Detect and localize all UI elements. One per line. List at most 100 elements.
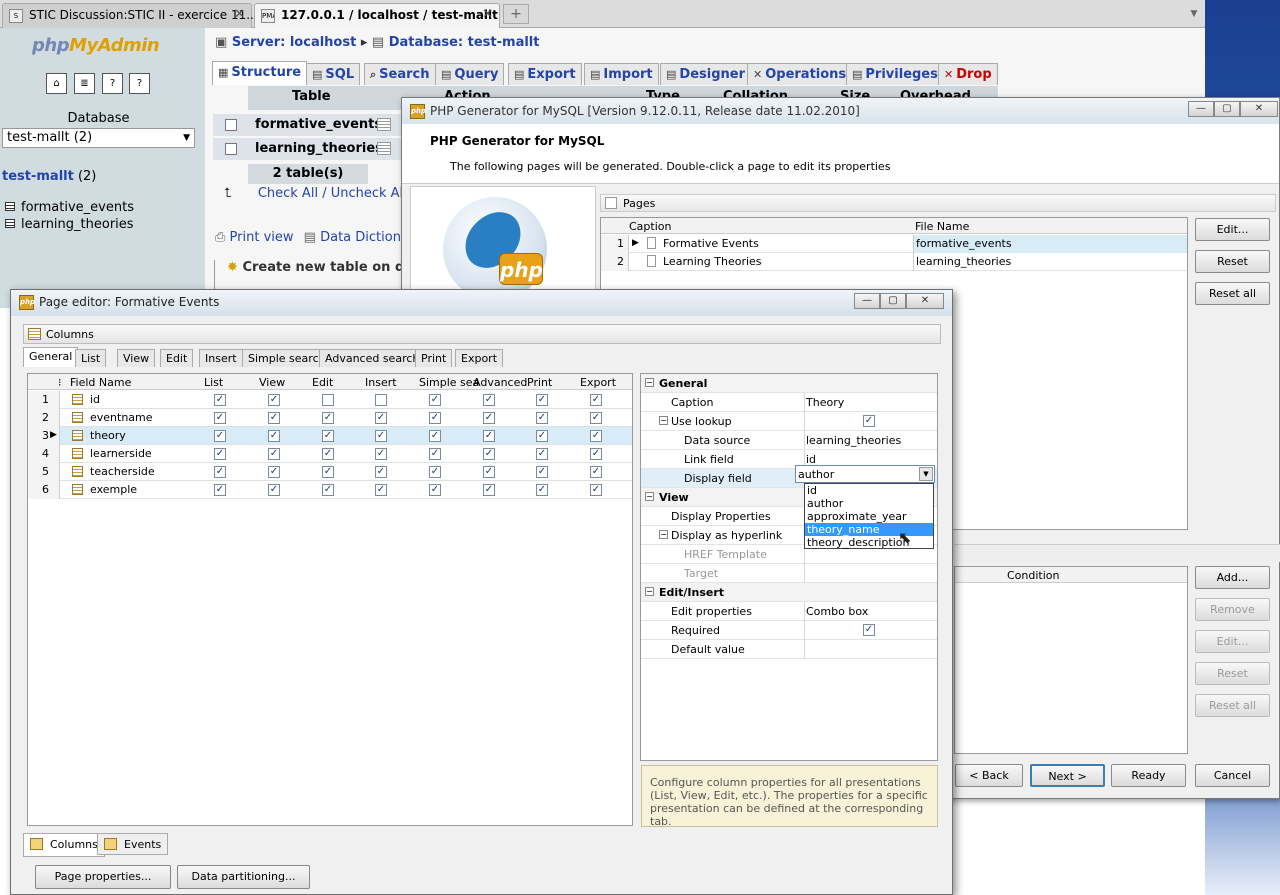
prop-target[interactable]: Target: [641, 564, 937, 583]
field-checkbox[interactable]: ✓: [483, 394, 495, 406]
back-button[interactable]: < Back: [955, 764, 1023, 787]
field-checkbox[interactable]: ✓: [268, 466, 280, 478]
maximize-button[interactable]: ▢: [880, 293, 906, 309]
reset-condition-button[interactable]: Reset: [1195, 662, 1270, 685]
field-checkbox[interactable]: ✓: [268, 430, 280, 442]
tab-export[interactable]: ▤ Export: [508, 63, 582, 85]
check-all-link[interactable]: Check All: [258, 186, 318, 201]
caption-value[interactable]: Theory: [806, 396, 844, 409]
field-checkbox[interactable]: ✓: [214, 394, 226, 406]
tab-list-menu-icon[interactable]: ▼: [1186, 5, 1202, 23]
category-edit-insert[interactable]: − Edit/Insert: [641, 583, 937, 602]
remove-condition-button[interactable]: Remove: [1195, 598, 1270, 621]
edit-properties-value[interactable]: Combo box: [806, 605, 868, 618]
add-condition-button[interactable]: Add...: [1195, 566, 1270, 589]
data-partitioning-button[interactable]: Data partitioning...: [177, 865, 310, 889]
field-checkbox[interactable]: ✓: [536, 394, 548, 406]
tab-designer[interactable]: ▤ Designer: [660, 63, 751, 85]
field-checkbox[interactable]: ✓: [483, 412, 495, 424]
next-button[interactable]: Next >: [1030, 764, 1105, 787]
row-checkbox[interactable]: [225, 119, 237, 131]
tab-print[interactable]: Print: [415, 349, 453, 367]
field-checkbox[interactable]: ✓: [268, 412, 280, 424]
tab-structure[interactable]: ▦ Structure: [212, 61, 308, 85]
conditions-grid[interactable]: Condition: [954, 566, 1188, 754]
table-row[interactable]: 3 ▶ theory ✓ ✓ ✓ ✓ ✓ ✓ ✓ ✓: [28, 427, 632, 445]
breadcrumb-database[interactable]: Database: test-mallt: [389, 35, 540, 50]
field-checkbox[interactable]: ✓: [429, 394, 441, 406]
table-name[interactable]: learning_theories: [255, 141, 383, 156]
table-row[interactable]: 5 teacherside ✓ ✓ ✓ ✓ ✓ ✓ ✓ ✓: [28, 463, 632, 481]
field-checkbox[interactable]: ✓: [268, 394, 280, 406]
dropdown-option[interactable]: author: [805, 497, 933, 510]
field-checkbox[interactable]: ✓: [590, 412, 602, 424]
close-button[interactable]: ✕: [906, 293, 944, 309]
minimize-button[interactable]: —: [854, 293, 880, 309]
dropdown-option[interactable]: theory_description: [805, 536, 933, 549]
page-properties-button[interactable]: Page properties...: [35, 865, 171, 889]
field-checkbox[interactable]: ✓: [536, 430, 548, 442]
prop-edit-properties[interactable]: Edit properties Combo box: [641, 602, 937, 621]
field-checkbox[interactable]: ✓: [590, 484, 602, 496]
sql-icon[interactable]: ≣: [74, 73, 95, 94]
field-checkbox[interactable]: ✓: [322, 430, 334, 442]
field-checkbox[interactable]: ✓: [322, 466, 334, 478]
browser-tab-phpmyadmin[interactable]: PMA 127.0.0.1 / localhost / test-mallt |…: [254, 3, 524, 28]
col-menu-icon[interactable]: ⁝: [58, 376, 62, 389]
list-item[interactable]: 1 ▶ Formative Events formative_events: [601, 235, 1187, 253]
tab-privileges[interactable]: ▤ Privileges: [846, 63, 944, 85]
field-checkbox[interactable]: ✓: [590, 448, 602, 460]
dropdown-option[interactable]: id: [805, 484, 933, 497]
field-checkbox[interactable]: ✓: [429, 412, 441, 424]
property-inspector[interactable]: − General Caption Theory − Use lookup ✓ Data…: [640, 373, 938, 761]
data-source-value[interactable]: learning_theories: [806, 434, 901, 447]
browser-tab-stic[interactable]: S STIC Discussion:STIC II - exercice 11.…: [2, 3, 258, 28]
field-checkbox[interactable]: ✓: [375, 412, 387, 424]
use-lookup-checkbox[interactable]: ✓: [863, 415, 875, 427]
row-checkbox[interactable]: [225, 143, 237, 155]
tab-query[interactable]: ▤ Query: [435, 63, 505, 85]
home-icon[interactable]: ⌂: [46, 73, 67, 94]
field-checkbox[interactable]: ✓: [536, 412, 548, 424]
fields-grid[interactable]: ⁝ Field Name List View Edit Insert Simpl…: [27, 373, 633, 826]
dropdown-option[interactable]: approximate_year: [805, 510, 933, 523]
minimize-button[interactable]: —: [1188, 101, 1214, 117]
tab-insert[interactable]: Insert: [199, 349, 243, 367]
tab-advanced-search[interactable]: Advanced search: [319, 349, 426, 367]
ready-button[interactable]: Ready: [1111, 764, 1186, 787]
bottom-tab-columns[interactable]: Columns: [23, 833, 105, 857]
field-checkbox[interactable]: ✓: [214, 466, 226, 478]
field-checkbox[interactable]: ✓: [268, 484, 280, 496]
nav-table-learning-theories[interactable]: learning_theories: [5, 217, 134, 232]
docs-icon[interactable]: ?: [102, 73, 123, 94]
prop-data-source[interactable]: Data source learning_theories: [641, 431, 937, 450]
field-checkbox[interactable]: ✓: [268, 448, 280, 460]
table-row[interactable]: 4 learnerside ✓ ✓ ✓ ✓ ✓ ✓ ✓ ✓: [28, 445, 632, 463]
dropdown-option[interactable]: theory_name: [805, 523, 933, 536]
field-checkbox[interactable]: ✓: [322, 412, 334, 424]
field-checkbox[interactable]: ✓: [375, 466, 387, 478]
tab-general[interactable]: General: [23, 347, 79, 367]
cancel-button[interactable]: Cancel: [1195, 764, 1270, 787]
browse-icon[interactable]: [377, 118, 391, 131]
field-checkbox[interactable]: ✓: [322, 448, 334, 460]
tab-list[interactable]: List: [75, 349, 107, 367]
field-checkbox[interactable]: ✓: [214, 430, 226, 442]
prop-default-value[interactable]: Default value: [641, 640, 937, 659]
field-checkbox[interactable]: ✓: [483, 484, 495, 496]
close-tab-icon[interactable]: ✕: [482, 7, 493, 22]
field-checkbox[interactable]: ✓: [322, 484, 334, 496]
field-checkbox[interactable]: ✓: [536, 466, 548, 478]
prop-required[interactable]: Required ✓: [641, 621, 937, 640]
edit-page-button[interactable]: Edit...: [1195, 218, 1270, 241]
page-file-name[interactable]: learning_theories: [913, 253, 1187, 271]
tab-search[interactable]: ⌕ Search: [364, 63, 436, 85]
tab-view[interactable]: View: [117, 349, 156, 367]
print-view-link[interactable]: Print view: [230, 230, 294, 245]
tab-drop[interactable]: ✕ Drop: [938, 63, 998, 85]
breadcrumb-server[interactable]: Server: localhost: [232, 35, 356, 50]
field-checkbox[interactable]: ✓: [429, 430, 441, 442]
reset-page-button[interactable]: Reset: [1195, 250, 1270, 273]
field-checkbox[interactable]: ✓: [375, 430, 387, 442]
table-row[interactable]: 2 eventname ✓ ✓ ✓ ✓ ✓ ✓ ✓ ✓: [28, 409, 632, 427]
